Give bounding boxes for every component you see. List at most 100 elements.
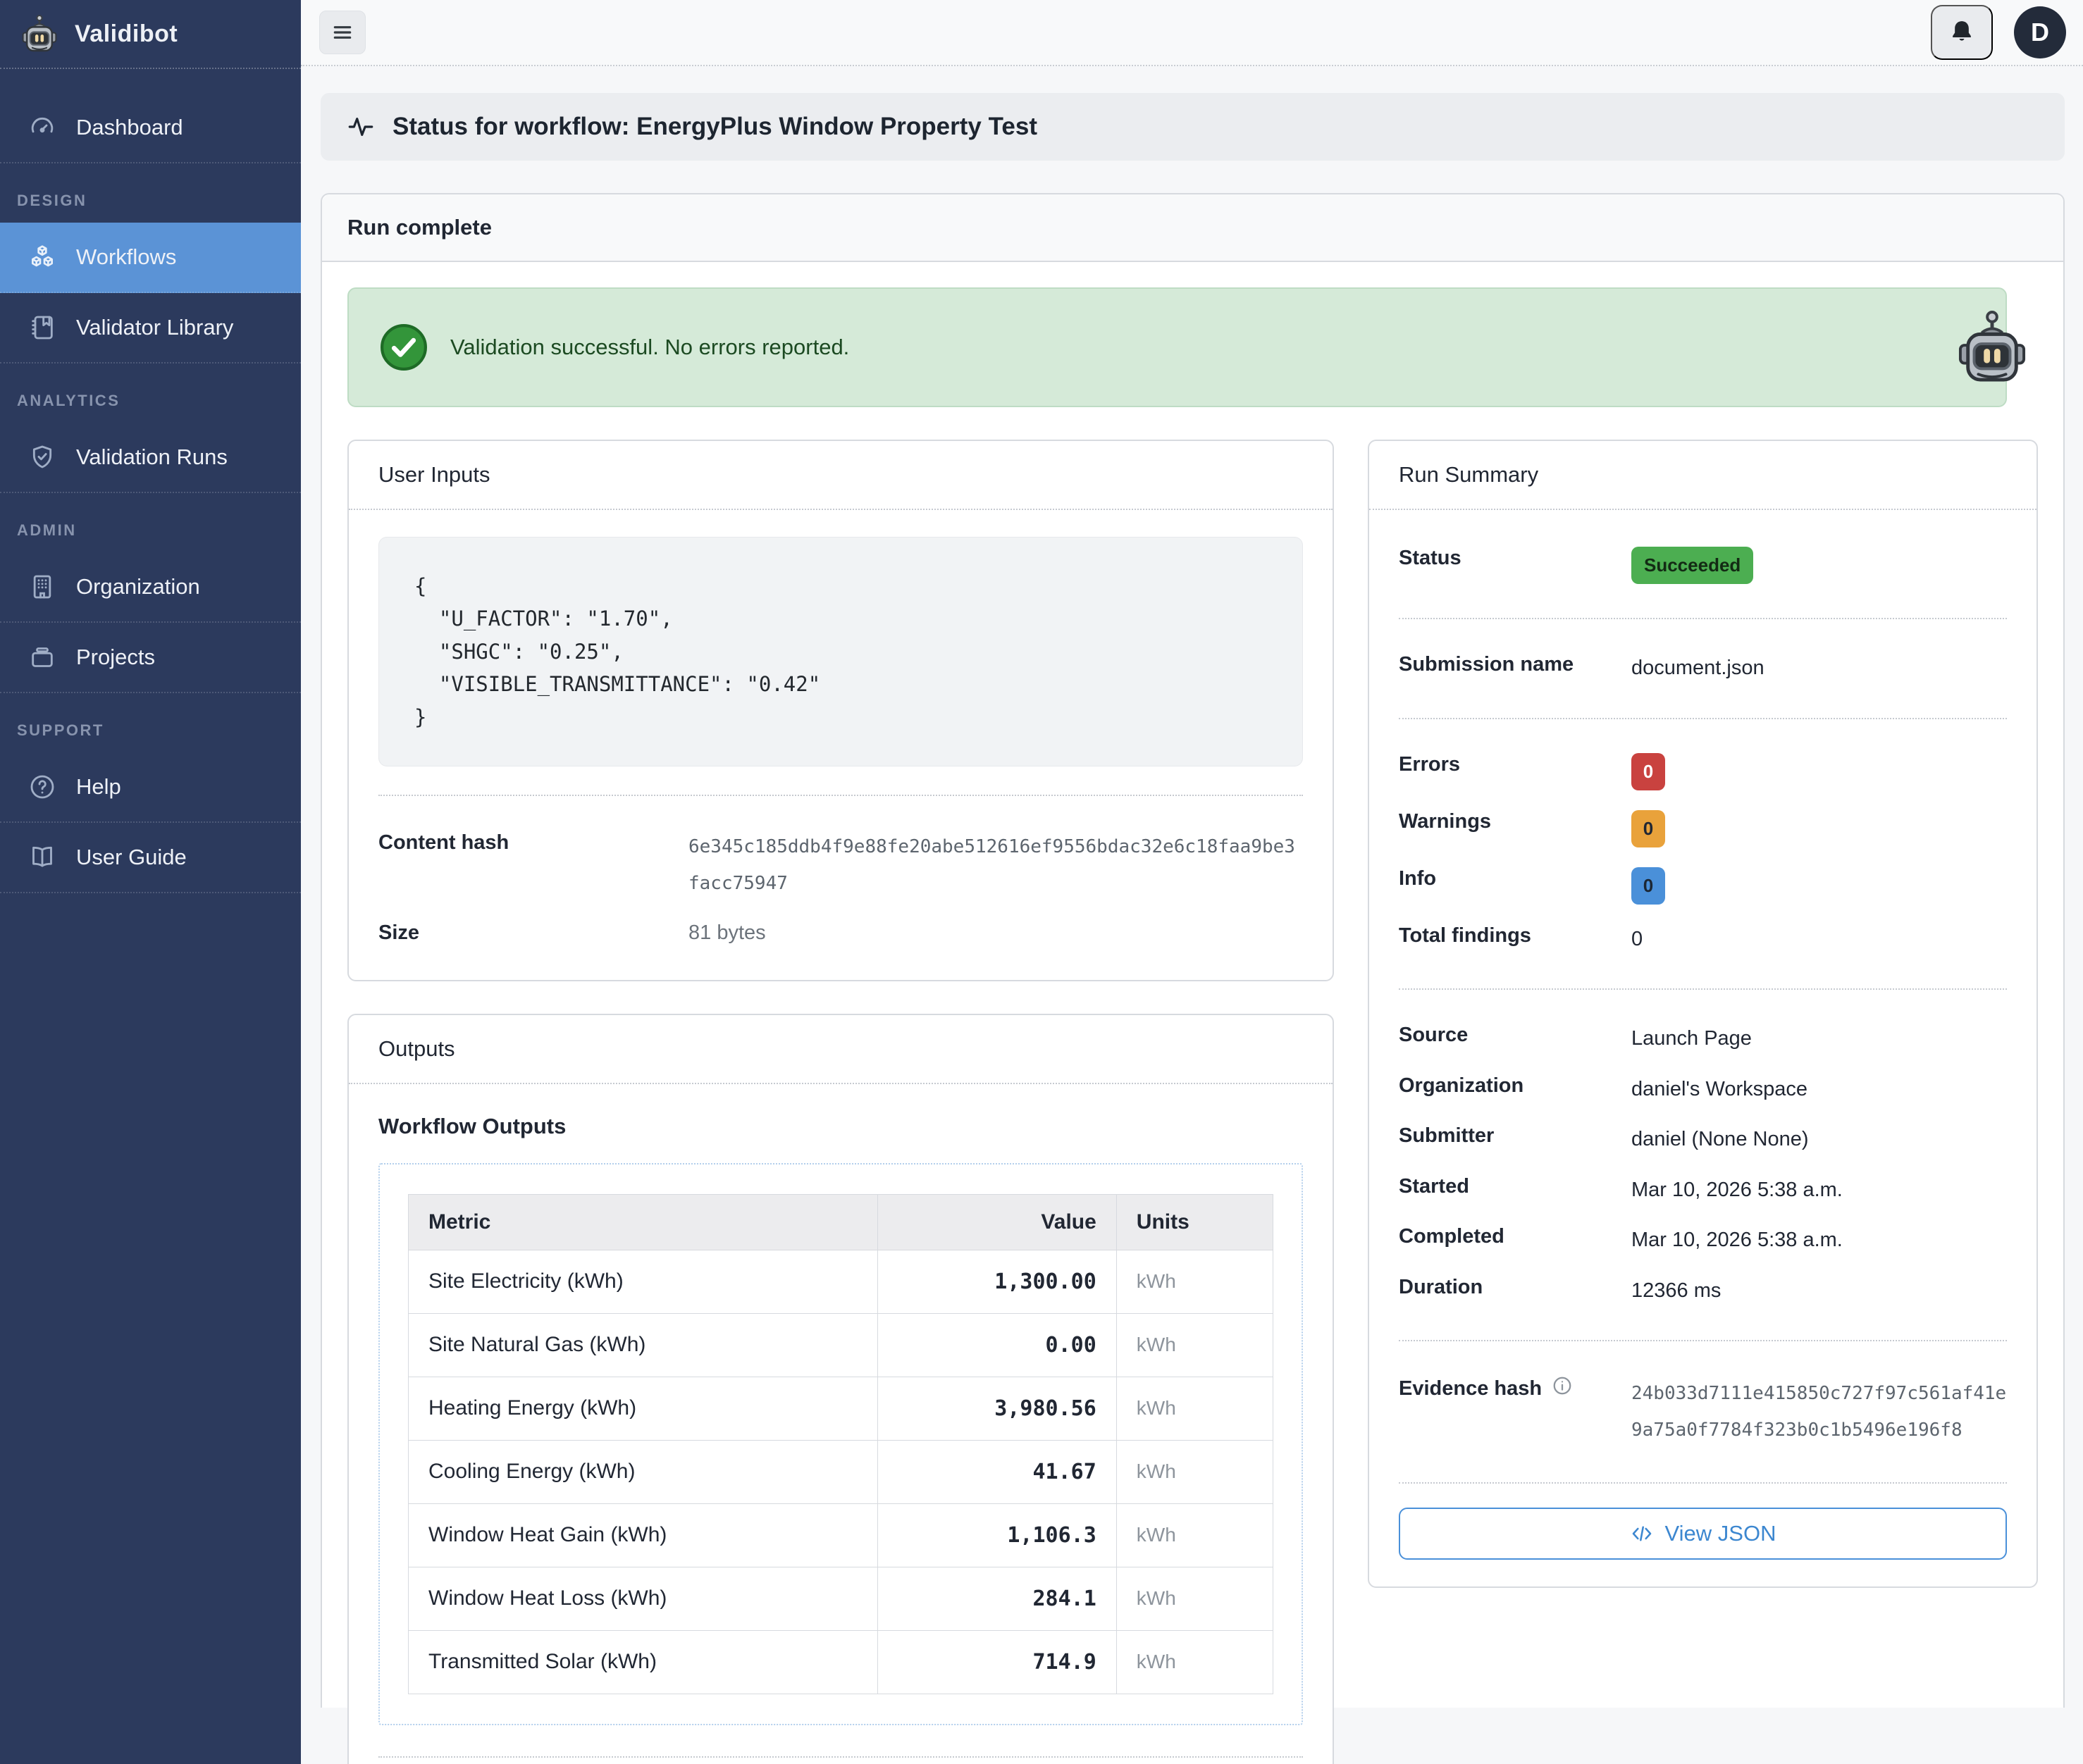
metric-cell: Window Heat Loss (kWh): [409, 1567, 878, 1630]
table-row: Site Natural Gas (kWh) 0.00 kWh: [409, 1313, 1273, 1377]
sidebar-item-label: Dashboard: [76, 115, 183, 140]
building-icon: [28, 573, 56, 601]
source-value: Launch Page: [1631, 1024, 1752, 1055]
metric-cell: Heating Energy (kWh): [409, 1377, 878, 1440]
table-row: Window Heat Loss (kWh) 284.1 kWh: [409, 1567, 1273, 1630]
divider: [1399, 1482, 2007, 1484]
main-area: D Status for workflow: EnergyPlus Window…: [301, 0, 2083, 1764]
size-row: Size 81 bytes: [378, 910, 1303, 953]
success-message: Validation successful. No errors reporte…: [450, 335, 849, 360]
sidebar-item-projects[interactable]: Projects: [0, 623, 301, 693]
cubes-icon: [28, 243, 56, 271]
source-row: Source Launch Page: [1399, 1014, 2007, 1064]
sidebar-item-label: Validation Runs: [76, 445, 228, 470]
success-alert: Validation successful. No errors reporte…: [347, 287, 2007, 407]
topbar-right: D: [1931, 5, 2066, 60]
value-cell: 41.67: [877, 1440, 1116, 1503]
info-badge: 0: [1631, 867, 1665, 905]
view-json-button[interactable]: View JSON: [1399, 1508, 2007, 1560]
robot-logo-icon: [21, 14, 58, 54]
completed-value: Mar 10, 2026 5:38 a.m.: [1631, 1225, 1843, 1256]
sidebar-item-label: Workflows: [76, 244, 176, 270]
sidebar-item-user-guide[interactable]: User Guide: [0, 823, 301, 893]
units-cell: kWh: [1116, 1250, 1273, 1313]
workflow-outputs-heading: Workflow Outputs: [378, 1114, 1303, 1139]
run-summary-body: Status Succeeded Submission name documen…: [1369, 510, 2036, 1586]
duration-row: Duration 12366 ms: [1399, 1266, 2007, 1317]
sidebar-toggle-button[interactable]: [319, 11, 366, 54]
size-value: 81 bytes: [688, 919, 766, 945]
activity-pulse-icon: [346, 112, 376, 142]
sidebar-section-admin: ADMIN: [0, 493, 301, 552]
sidebar-item-validator-library[interactable]: Validator Library: [0, 293, 301, 364]
size-label: Size: [378, 919, 688, 945]
speedometer-icon: [28, 113, 56, 142]
table-row: Transmitted Solar (kWh) 714.9 kWh: [409, 1630, 1273, 1694]
sidebar-item-workflows[interactable]: Workflows: [0, 223, 301, 293]
metric-cell: Transmitted Solar (kWh): [409, 1630, 878, 1694]
user-inputs-body: { "U_FACTOR": "1.70", "SHGC": "0.25", "V…: [349, 510, 1333, 980]
total-findings-label: Total findings: [1399, 924, 1631, 948]
source-label: Source: [1399, 1024, 1631, 1047]
table-header-row: Metric Value Units: [409, 1194, 1273, 1250]
check-circle-icon: [378, 322, 429, 373]
table-row: Cooling Energy (kWh) 41.67 kWh: [409, 1440, 1273, 1503]
divider: [378, 1756, 1303, 1758]
errors-label: Errors: [1399, 753, 1631, 776]
status-label: Status: [1399, 547, 1631, 570]
right-column: Run Summary Status Succeeded Submission …: [1368, 440, 2038, 1588]
outputs-title: Outputs: [349, 1015, 1333, 1084]
table-row: Heating Energy (kWh) 3,980.56 kWh: [409, 1377, 1273, 1440]
organization-label: Organization: [1399, 1074, 1631, 1098]
col-value: Value: [877, 1194, 1116, 1250]
outputs-card: Outputs Workflow Outputs Metric Value: [347, 1014, 1334, 1764]
sidebar-item-label: Help: [76, 774, 121, 800]
outputs-body: Workflow Outputs Metric Value Units: [349, 1084, 1333, 1764]
run-complete-card: Run complete Validation successful. No e…: [321, 193, 2065, 1708]
avatar[interactable]: D: [2014, 6, 2066, 58]
evidence-hash-value: 24b033d7111e415850c727f97c561af41e9a75a0…: [1631, 1375, 2007, 1448]
completed-row: Completed Mar 10, 2026 5:38 a.m.: [1399, 1215, 2007, 1266]
content: Status for workflow: EnergyPlus Window P…: [301, 66, 2083, 1764]
metric-cell: Site Electricity (kWh): [409, 1250, 878, 1313]
divider: [1399, 988, 2007, 990]
duration-value: 12366 ms: [1631, 1276, 1721, 1307]
run-complete-body: Validation successful. No errors reporte…: [322, 262, 2063, 1764]
topbar: D: [301, 0, 2083, 66]
journal-bookmark-icon: [28, 313, 56, 342]
info-label: Info: [1399, 867, 1631, 890]
submission-row: Submission name document.json: [1399, 643, 2007, 694]
brand[interactable]: Validibot: [0, 0, 301, 69]
units-cell: kWh: [1116, 1377, 1273, 1440]
info-circle-icon[interactable]: [1552, 1375, 1573, 1402]
organization-value: daniel's Workspace: [1631, 1074, 1807, 1105]
sidebar-item-organization[interactable]: Organization: [0, 552, 301, 623]
value-cell: 3,980.56: [877, 1377, 1116, 1440]
shield-check-icon: [28, 443, 56, 471]
user-inputs-json: { "U_FACTOR": "1.70", "SHGC": "0.25", "V…: [378, 537, 1303, 766]
submission-label: Submission name: [1399, 653, 1631, 676]
robot-mascot-icon: [1958, 307, 2027, 387]
table-row: Site Electricity (kWh) 1,300.00 kWh: [409, 1250, 1273, 1313]
duration-label: Duration: [1399, 1276, 1631, 1299]
sidebar-item-help[interactable]: Help: [0, 752, 301, 823]
sidebar-section-analytics: ANALYTICS: [0, 364, 301, 423]
started-label: Started: [1399, 1175, 1631, 1198]
run-complete-header: Run complete: [322, 194, 2063, 262]
run-summary-title: Run Summary: [1369, 441, 2036, 510]
metric-cell: Cooling Energy (kWh): [409, 1440, 878, 1503]
user-inputs-card: User Inputs { "U_FACTOR": "1.70", "SHGC"…: [347, 440, 1334, 981]
sidebar-item-label: Projects: [76, 645, 155, 670]
content-hash-value: 6e345c185ddb4f9e88fe20abe512616ef9556bda…: [688, 828, 1303, 902]
view-json-label: View JSON: [1665, 1521, 1776, 1546]
sidebar: Validibot Dashboard DESIGN Workflows Val…: [0, 0, 301, 1764]
col-units: Units: [1116, 1194, 1273, 1250]
sidebar-item-validation-runs[interactable]: Validation Runs: [0, 423, 301, 493]
sidebar-item-dashboard[interactable]: Dashboard: [0, 93, 301, 163]
metric-cell: Site Natural Gas (kWh): [409, 1313, 878, 1377]
divider: [1399, 718, 2007, 719]
sidebar-nav: Dashboard DESIGN Workflows Validator Lib…: [0, 69, 301, 893]
run-summary-card: Run Summary Status Succeeded Submission …: [1368, 440, 2038, 1588]
notifications-button[interactable]: [1931, 5, 1993, 60]
organization-row: Organization daniel's Workspace: [1399, 1064, 2007, 1115]
